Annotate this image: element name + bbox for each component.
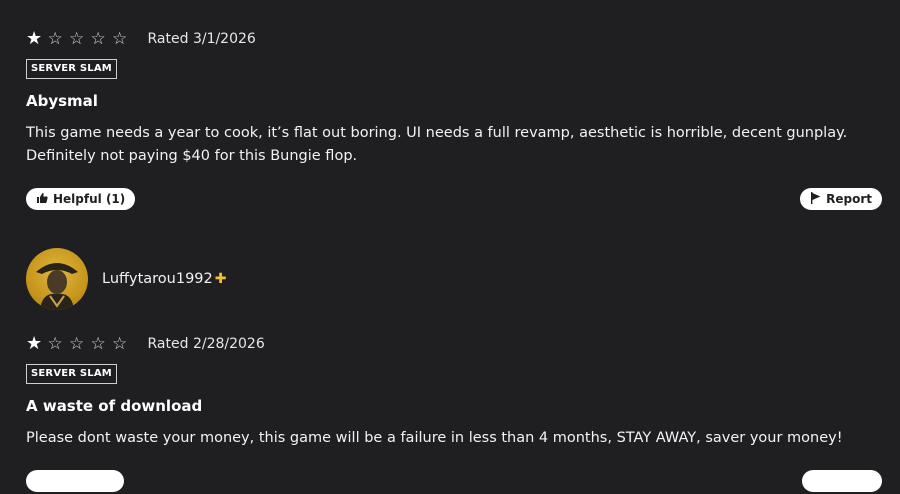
report-button[interactable] — [802, 470, 882, 492]
report-button[interactable]: Report — [800, 188, 882, 210]
star-empty-icon: ☆ — [90, 29, 106, 49]
star-empty-icon: ☆ — [69, 334, 85, 354]
review-card: ★ ☆ ☆ ☆ ☆ Rated 2/28/2026 SERVER SLAM A … — [26, 334, 882, 494]
star-empty-icon: ☆ — [47, 29, 63, 49]
flag-icon — [810, 191, 821, 207]
reviewer: Luffytarou1992 ✚ — [26, 248, 227, 310]
avatar[interactable] — [26, 248, 88, 310]
username[interactable]: Luffytarou1992 — [102, 271, 213, 287]
review-card: ★ ☆ ☆ ☆ ☆ Rated 3/1/2026 SERVER SLAM Aby… — [26, 29, 882, 212]
star-empty-icon: ☆ — [90, 334, 106, 354]
rated-date: Rated 3/1/2026 — [147, 31, 256, 47]
review-title: Abysmal — [26, 92, 98, 110]
review-tag: SERVER SLAM — [26, 364, 117, 384]
thumbs-up-icon — [36, 192, 48, 207]
review-title: A waste of download — [26, 397, 203, 415]
ps-plus-icon: ✚ — [214, 271, 227, 287]
star-filled-icon: ★ — [26, 28, 43, 49]
report-label: Report — [826, 192, 872, 206]
helpful-label: Helpful (1) — [53, 192, 126, 206]
star-empty-icon: ☆ — [69, 29, 85, 49]
star-empty-icon: ☆ — [47, 334, 63, 354]
rated-date: Rated 2/28/2026 — [147, 336, 265, 352]
rating-row: ★ ☆ ☆ ☆ ☆ Rated 2/28/2026 — [26, 333, 882, 355]
star-empty-icon: ☆ — [112, 334, 128, 354]
review-tag: SERVER SLAM — [26, 59, 117, 79]
rating-row: ★ ☆ ☆ ☆ ☆ Rated 3/1/2026 — [26, 28, 882, 50]
review-body: This game needs a year to cook, it’s fla… — [26, 125, 848, 164]
review-body: Please dont waste your money, this game … — [26, 430, 843, 446]
review-actions: Helpful (1) Report — [26, 188, 882, 212]
star-filled-icon: ★ — [26, 333, 43, 354]
star-empty-icon: ☆ — [112, 29, 128, 49]
helpful-button[interactable] — [26, 470, 124, 492]
helpful-button[interactable]: Helpful (1) — [26, 188, 136, 210]
